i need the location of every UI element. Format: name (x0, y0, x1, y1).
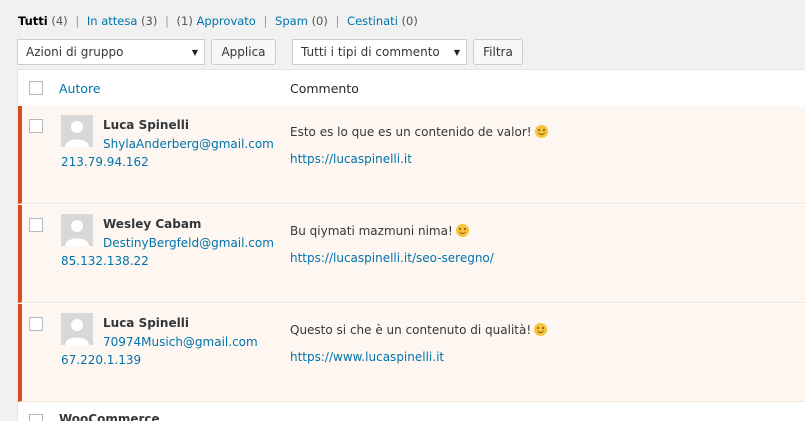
author-email-link[interactable]: ShylaAnderberg@gmail.com (103, 137, 274, 151)
comment-url-link[interactable]: https://lucaspinelli.it (290, 152, 412, 166)
row-checkbox[interactable] (29, 218, 43, 232)
filter-spam-count: (0) (311, 14, 328, 28)
comment-type-value: Tutti i tipi di commento (301, 45, 440, 59)
smiley-icon (534, 125, 548, 138)
author-ip-link[interactable]: 85.132.138.22 (61, 254, 149, 268)
column-comment-header: Commento (290, 81, 359, 96)
row-checkbox[interactable] (29, 317, 43, 331)
author-name: Luca Spinelli (103, 118, 189, 132)
comment-text: Esto es lo que es un contenido de valor! (290, 125, 532, 139)
filter-button[interactable]: Filtra (473, 39, 523, 65)
filter-pending-count: (3) (141, 14, 158, 28)
filter-trash-count: (0) (401, 14, 418, 28)
filter-separator: | (335, 14, 340, 28)
table-header: Autore Commento (18, 70, 805, 107)
filter-pending-link[interactable]: In attesa (87, 14, 138, 28)
table-row: Wesley Cabam DestinyBergfeld@gmail.com 8… (18, 205, 805, 303)
comment-url-link[interactable]: https://lucaspinelli.it/seo-seregno/ (290, 251, 494, 265)
filter-spam-link[interactable]: Spam (275, 14, 308, 28)
comment-type-select[interactable]: Tutti i tipi di commento ▼ (292, 39, 467, 65)
avatar (61, 115, 93, 147)
avatar (61, 313, 93, 345)
comment-text-wrap: Questo si che è un contenuto di qualità! (290, 323, 548, 337)
filter-all-count: (4) (51, 14, 68, 28)
table-row: WooCommerce (18, 402, 805, 421)
comment-text-wrap: Bu qiymati mazmuni nima! (290, 224, 469, 238)
author-email-link[interactable]: DestinyBergfeld@gmail.com (103, 236, 274, 250)
comment-url-link[interactable]: https://www.lucaspinelli.it (290, 350, 444, 364)
chevron-down-icon: ▼ (191, 47, 198, 57)
smiley-icon (534, 323, 548, 336)
table-row: Luca Spinelli ShylaAnderberg@gmail.com 2… (18, 106, 805, 204)
author-ip-link[interactable]: 67.220.1.139 (61, 353, 141, 367)
filter-separator: | (164, 14, 169, 28)
author-email-link[interactable]: 70974Musich@gmail.com (103, 335, 258, 349)
avatar (61, 214, 93, 246)
avatar-placeholder-icon (61, 313, 93, 345)
filter-separator: | (75, 14, 80, 28)
table-row: Luca Spinelli 70974Musich@gmail.com 67.2… (18, 304, 805, 402)
filter-trash-link[interactable]: Cestinati (347, 14, 398, 28)
row-checkbox[interactable] (29, 119, 43, 133)
comment-text: Bu qiymati mazmuni nima! (290, 224, 453, 238)
comments-table: Autore Commento Luca Spinelli ShylaAnder… (17, 69, 805, 421)
bulk-actions-select[interactable]: Azioni di gruppo ▼ (17, 39, 205, 65)
column-author-sort-link[interactable]: Autore (59, 81, 101, 96)
comment-text: Questo si che è un contenuto di qualità! (290, 323, 532, 337)
comment-text-wrap: Esto es lo que es un contenido de valor! (290, 125, 548, 139)
apply-button[interactable]: Applica (211, 39, 276, 65)
avatar-placeholder-icon (61, 214, 93, 246)
filter-separator: | (263, 14, 268, 28)
author-name: Wesley Cabam (103, 217, 202, 231)
status-filter-links: Tutti (4) | In attesa (3) | (1) Approvat… (18, 14, 418, 28)
filter-approved-link[interactable]: Approvato (196, 14, 255, 28)
select-all-checkbox[interactable] (29, 81, 43, 95)
chevron-down-icon: ▼ (453, 47, 460, 57)
author-ip-link[interactable]: 213.79.94.162 (61, 155, 149, 169)
avatar-placeholder-icon (61, 115, 93, 147)
filter-all-link[interactable]: Tutti (18, 14, 48, 28)
filter-approved-count: (1) (176, 14, 193, 28)
smiley-icon (455, 224, 469, 237)
author-name: Luca Spinelli (103, 316, 189, 330)
author-name: WooCommerce (59, 412, 160, 421)
bulk-actions-value: Azioni di gruppo (26, 45, 124, 59)
row-checkbox[interactable] (29, 414, 43, 421)
